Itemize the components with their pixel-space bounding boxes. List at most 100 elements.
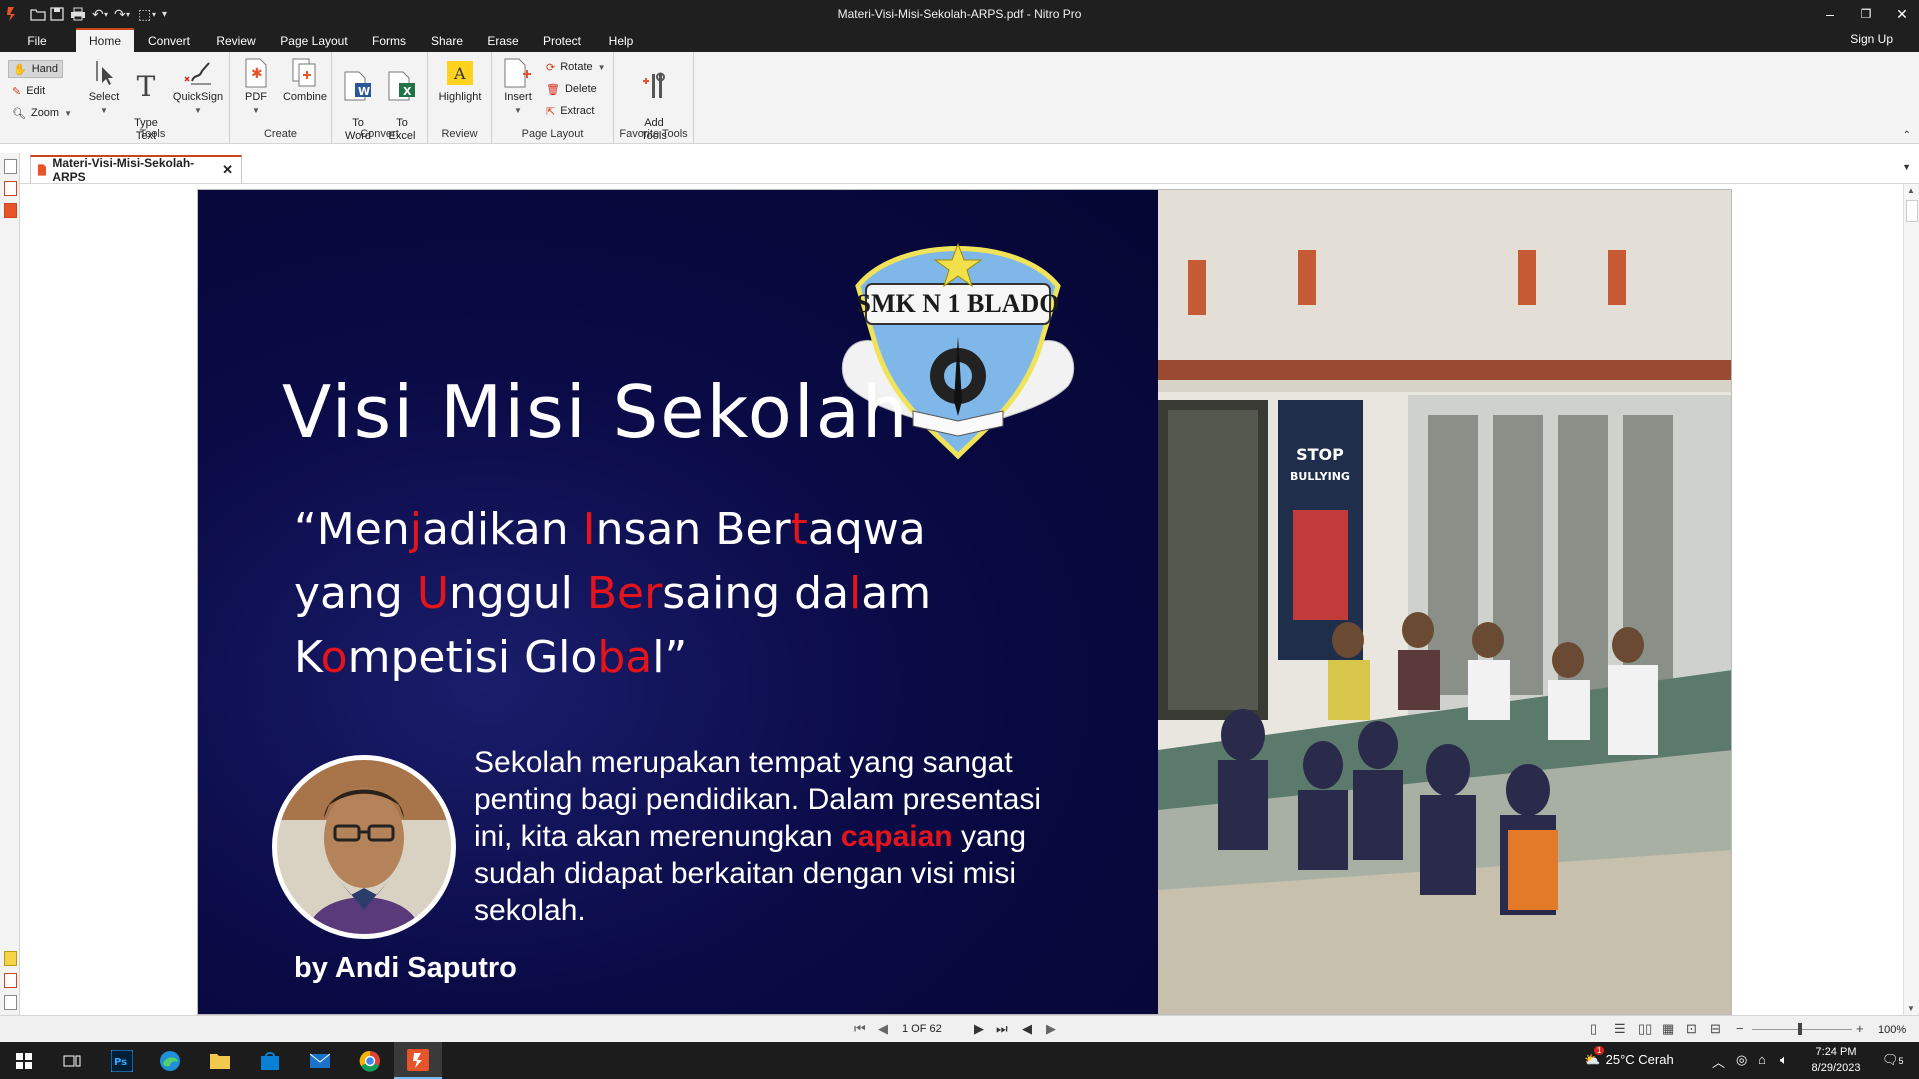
rotate-button[interactable]: ⟳ Rotate ▼ <box>542 58 610 76</box>
page-indicator[interactable]: 1 OF 62 <box>902 1023 942 1035</box>
first-page-icon[interactable]: ⏮ <box>854 1021 866 1037</box>
tab-erase[interactable]: Erase <box>480 28 526 52</box>
hand-tool-button[interactable]: ✋ Hand <box>8 60 63 78</box>
quote-text: yang <box>294 568 417 619</box>
excel-icon: X <box>387 71 417 101</box>
notifications-icon[interactable]: 🗨︎5 <box>1882 1052 1904 1068</box>
svg-text:Ps: Ps <box>114 1057 127 1068</box>
pages-panel-icon[interactable] <box>4 159 17 174</box>
scroll-up-icon[interactable]: ▲ <box>1907 186 1915 195</box>
photoshop-taskbar-button[interactable]: Ps <box>98 1042 146 1079</box>
insert-label: Insert <box>504 91 532 103</box>
network-icon[interactable]: ⌂ <box>1758 1052 1766 1067</box>
insert-dropdown-icon: ▼ <box>514 106 522 115</box>
mail-taskbar-button[interactable] <box>296 1042 344 1079</box>
tab-protect[interactable]: Protect <box>536 28 588 52</box>
fit-width-icon[interactable]: ⊟ <box>1710 1021 1721 1037</box>
zoom-in-icon[interactable]: + <box>1856 1021 1864 1036</box>
quote-highlight: I <box>582 504 596 555</box>
zoom-value[interactable]: 100% <box>1878 1024 1906 1036</box>
nitro-taskbar-button[interactable] <box>394 1042 442 1079</box>
close-window-button[interactable]: ✕ <box>1882 0 1919 28</box>
previous-page-icon[interactable]: ◀ <box>878 1021 888 1037</box>
navigation-group: ✋ Hand ✎ Edit 🔍︎ Zoom ▼ <box>0 52 76 144</box>
tools-group: Select ▼ T Type Text QuickSign ▼ Tools <box>76 52 230 144</box>
tab-help[interactable]: Help <box>598 28 644 52</box>
select-button[interactable]: Select ▼ <box>82 58 126 117</box>
convert-group-label: Convert <box>360 128 399 140</box>
store-taskbar-button[interactable] <box>246 1042 294 1079</box>
volume-icon[interactable]: 🔈︎ <box>1780 1052 1788 1068</box>
minimize-button[interactable]: – <box>1810 0 1850 28</box>
create-group-label: Create <box>263 128 298 140</box>
highlight-label: Highlight <box>438 91 482 103</box>
scroll-thumb[interactable] <box>1906 200 1918 222</box>
output-panel-icon[interactable] <box>4 995 17 1010</box>
review-group-label: Review <box>441 128 478 140</box>
task-view-icon <box>63 1055 81 1066</box>
attachments-bottom-icon[interactable] <box>4 973 17 988</box>
quote-text: aqwa <box>807 504 926 555</box>
comments-panel-icon[interactable] <box>4 951 17 966</box>
vertical-scrollbar[interactable]: ▲ ▼ <box>1903 184 1919 1015</box>
tab-list-dropdown-icon[interactable]: ▼ <box>1902 162 1911 172</box>
weather-widget[interactable]: ⛅ 1 25°C Cerah <box>1584 1046 1674 1068</box>
edge-taskbar-button[interactable] <box>146 1042 194 1079</box>
sign-up-link[interactable]: Sign Up <box>1850 32 1893 46</box>
next-page-icon[interactable]: ▶ <box>974 1021 984 1037</box>
collapse-ribbon-icon[interactable]: ⌃ <box>1903 130 1911 141</box>
tab-review[interactable]: Review <box>210 28 262 52</box>
extract-button[interactable]: ⇱ Extract <box>542 102 598 120</box>
tab-share[interactable]: Share <box>424 28 470 52</box>
tab-page-layout[interactable]: Page Layout <box>278 28 350 52</box>
meet-now-icon[interactable]: ◎ <box>1736 1052 1747 1068</box>
facing-view-icon[interactable]: ▯▯ <box>1638 1021 1652 1037</box>
scroll-down-icon[interactable]: ▼ <box>1907 1004 1915 1013</box>
quicksign-button[interactable]: QuickSign ▼ <box>172 58 224 117</box>
zoom-slider[interactable] <box>1752 1029 1852 1030</box>
bookmarks-panel-icon[interactable] <box>4 181 17 196</box>
create-pdf-button[interactable]: ✱ PDF ▼ <box>234 58 278 117</box>
windows-icon <box>16 1052 32 1069</box>
next-view-icon[interactable]: ▶ <box>1046 1021 1056 1037</box>
combine-button[interactable]: Combine <box>280 58 330 104</box>
start-button[interactable] <box>0 1042 48 1079</box>
svg-text:A: A <box>453 64 466 83</box>
slide-title: Visi Misi Sekolah <box>282 370 910 454</box>
task-view-button[interactable] <box>48 1042 96 1079</box>
edit-tool-button[interactable]: ✎ Edit <box>8 82 49 100</box>
file-explorer-taskbar-button[interactable] <box>196 1042 244 1079</box>
pdf-page: SMK N 1 BLADO Visi Misi Sekolah “Menjadi… <box>197 189 1732 1015</box>
insert-button[interactable]: Insert ▼ <box>496 58 540 117</box>
quote-text: am <box>861 568 932 619</box>
last-page-icon[interactable]: ⏭ <box>996 1021 1008 1037</box>
taskbar-clock[interactable]: 7:24 PM 8/29/2023 <box>1800 1044 1872 1076</box>
quicksign-icon <box>183 58 213 88</box>
delete-page-button[interactable]: 🗑︎ Delete <box>542 80 601 98</box>
previous-view-icon[interactable]: ◀ <box>1022 1021 1032 1037</box>
zoom-out-icon[interactable]: − <box>1736 1021 1744 1036</box>
quote-line: Kompetisi Global” <box>294 626 954 690</box>
tab-forms[interactable]: Forms <box>366 28 412 52</box>
zoom-slider-thumb[interactable] <box>1798 1023 1802 1035</box>
continuous-view-icon[interactable]: ☰ <box>1614 1021 1626 1037</box>
tab-convert[interactable]: Convert <box>142 28 196 52</box>
description-highlight: capaian <box>840 820 953 853</box>
quote-text: l” <box>652 632 688 683</box>
rotate-label: Rotate <box>560 61 593 73</box>
tab-file[interactable]: File <box>18 28 56 52</box>
close-document-icon[interactable]: ✕ <box>222 162 233 178</box>
document-tab[interactable]: Materi-Visi-Misi-Sekolah-ARPS ✕ <box>30 155 242 184</box>
fit-page-icon[interactable]: ⊡ <box>1686 1021 1697 1037</box>
restore-button[interactable]: ❐ <box>1846 0 1886 28</box>
quicksign-dropdown-icon: ▼ <box>194 106 202 115</box>
facing-continuous-view-icon[interactable]: ▦ <box>1662 1021 1674 1037</box>
page-layout-group: Insert ▼ ⟳ Rotate ▼ 🗑︎ Delete ⇱ Extract Page … <box>492 52 614 144</box>
single-page-view-icon[interactable]: ▯ <box>1590 1021 1597 1037</box>
chrome-taskbar-button[interactable] <box>346 1042 394 1079</box>
attachments-panel-icon[interactable] <box>4 203 17 218</box>
highlight-button[interactable]: A Highlight <box>432 58 488 104</box>
tab-home[interactable]: Home <box>76 28 134 52</box>
zoom-tool-button[interactable]: 🔍︎ Zoom ▼ <box>8 104 76 122</box>
show-hidden-icons-icon[interactable]: ︿ <box>1712 1052 1725 1071</box>
